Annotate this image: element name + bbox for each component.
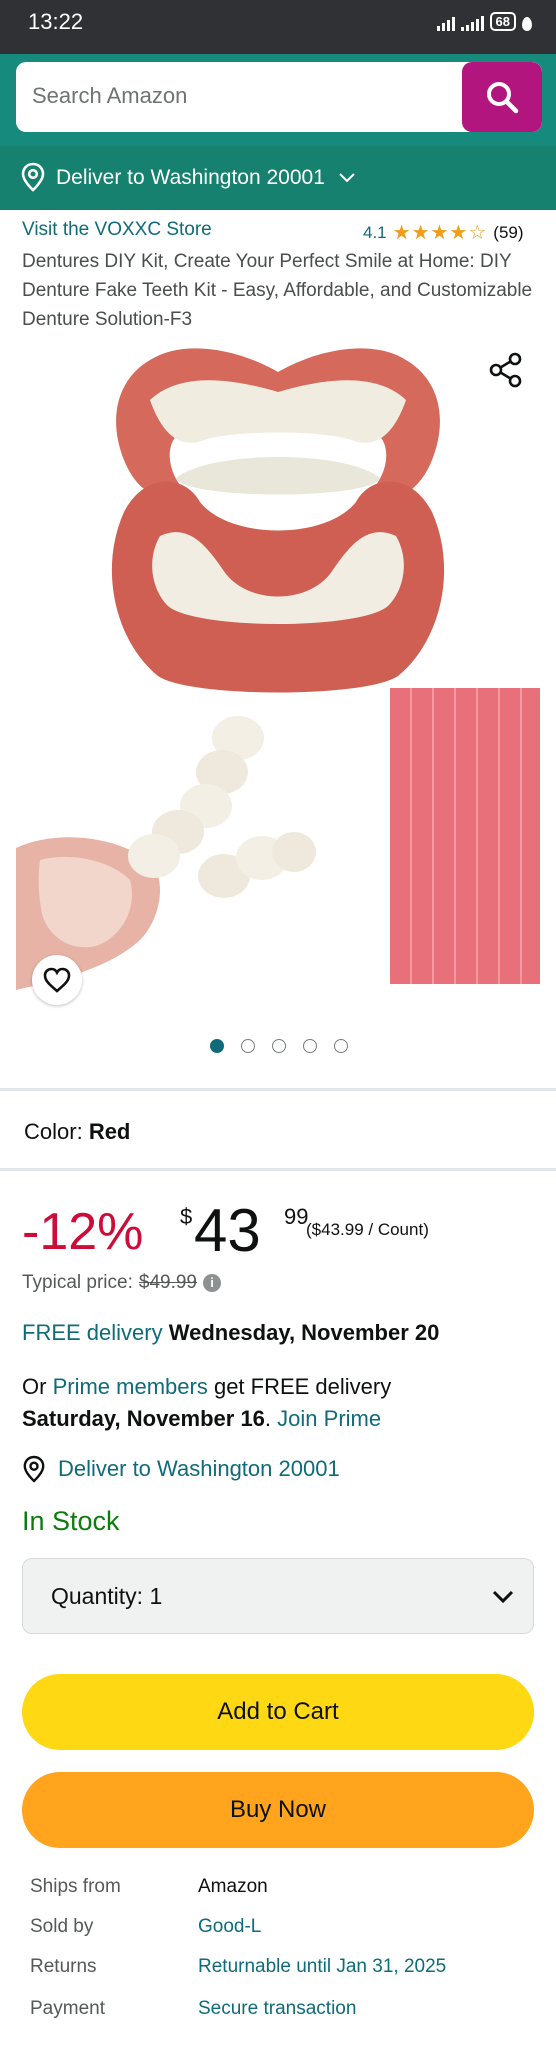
- quantity-select[interactable]: Quantity: 1: [22, 1558, 534, 1634]
- info-key: Payment: [30, 1998, 105, 2019]
- unit-price: ($43.99 / Count): [306, 1220, 429, 1239]
- chevron-down-icon: [492, 1590, 514, 1604]
- image-carousel-dots[interactable]: [210, 1039, 348, 1053]
- prime-prefix: Or: [22, 1374, 47, 1399]
- add-to-cart-button[interactable]: Add to Cart: [22, 1674, 534, 1750]
- info-row-returns: Returns Returnable until Jan 31, 2025: [30, 1956, 540, 1986]
- carousel-dot-active[interactable]: [210, 1039, 224, 1053]
- prime-delivery: Or Prime members get FREE delivery Satur…: [22, 1371, 542, 1435]
- info-key: Returns: [30, 1956, 97, 1977]
- discount-percent: -12%: [22, 1203, 144, 1261]
- location-pin-icon: [21, 162, 45, 192]
- rating-stars: ★★★★☆: [392, 222, 488, 244]
- deliver-to-text: Deliver to Washington 20001: [58, 1456, 340, 1481]
- battery-icon: 68: [489, 12, 516, 31]
- signal-icon: [436, 15, 455, 31]
- deliver-to-bar[interactable]: Deliver to Washington 20001: [0, 146, 556, 210]
- stock-status: In Stock: [22, 1506, 120, 1536]
- divider: [0, 1088, 556, 1091]
- deliver-to-link[interactable]: Deliver to Washington 20001: [22, 1455, 340, 1483]
- search-button[interactable]: [462, 62, 542, 132]
- chevron-down-icon: [339, 173, 355, 183]
- color-value: Red: [88, 1119, 131, 1144]
- quantity-label: Quantity: 1: [51, 1583, 163, 1609]
- deliver-to-label: Deliver to Washington 20001: [56, 166, 325, 189]
- info-row-sold-by: Sold by Good-L: [30, 1916, 540, 1946]
- info-key: Ships from: [30, 1876, 121, 1897]
- free-delivery: FREE delivery Wednesday, November 20: [22, 1320, 439, 1346]
- color-selector[interactable]: Color: Red: [24, 1119, 130, 1145]
- typical-price-label: Typical price:: [22, 1272, 133, 1293]
- carousel-dot[interactable]: [334, 1039, 348, 1053]
- price-symbol: $: [180, 1204, 193, 1229]
- quantity-value: 1: [149, 1583, 163, 1609]
- info-icon[interactable]: i: [203, 1274, 221, 1292]
- info-row-ships-from: Ships from Amazon: [30, 1876, 540, 1906]
- status-icons: 68: [436, 12, 532, 31]
- prime-members-link[interactable]: Prime members: [53, 1374, 208, 1399]
- prime-mid-text: get FREE delivery: [213, 1374, 392, 1399]
- search-placeholder: Search Amazon: [32, 83, 188, 108]
- seller-link[interactable]: Good-L: [198, 1916, 261, 1938]
- drop-icon: [522, 17, 532, 31]
- search-input[interactable]: Search Amazon: [16, 62, 542, 132]
- price-block: -12% $ 43 99 ($43.99 / Count): [22, 1190, 542, 1264]
- free-delivery-link[interactable]: FREE delivery: [22, 1320, 163, 1345]
- join-prime-link[interactable]: Join Prime: [277, 1406, 381, 1431]
- carousel-dot[interactable]: [272, 1039, 286, 1053]
- denture-illustration: [111, 348, 445, 693]
- typical-price-value: $49.99: [138, 1272, 197, 1293]
- rating[interactable]: 4.1 ★★★★☆ (59): [363, 220, 524, 245]
- info-value: Amazon: [198, 1876, 268, 1897]
- product-title: Dentures DIY Kit, Create Your Perfect Sm…: [22, 251, 533, 330]
- prime-date-period: .: [264, 1406, 272, 1431]
- wax-sticks-illustration: [390, 688, 540, 984]
- header: Search Amazon: [0, 54, 556, 146]
- signal-icon: [460, 15, 484, 31]
- store-link[interactable]: Visit the VOXXC Store: [22, 219, 212, 241]
- share-icon[interactable]: [488, 352, 524, 388]
- status-bar: 13:22 68: [0, 0, 556, 54]
- divider: [0, 1168, 556, 1171]
- price-whole: 43: [194, 1197, 261, 1264]
- product-image[interactable]: [0, 335, 556, 1015]
- rating-value: 4.1: [363, 222, 387, 242]
- price-fraction: 99: [284, 1204, 309, 1229]
- status-time: 13:22: [28, 9, 84, 34]
- prime-delivery-date: Saturday, November 16: [22, 1406, 265, 1431]
- free-delivery-date: Wednesday, November 20: [168, 1320, 440, 1345]
- rating-count: (59): [493, 222, 524, 242]
- heart-icon: [43, 967, 71, 993]
- carousel-dot[interactable]: [303, 1039, 317, 1053]
- color-label: Color:: [24, 1119, 83, 1144]
- typical-price: Typical price: $49.99 i: [22, 1272, 221, 1294]
- search-icon: [487, 82, 519, 114]
- returns-link[interactable]: Returnable until Jan 31, 2025: [198, 1956, 446, 1978]
- info-row-payment: Payment Secure transaction: [30, 1998, 540, 2028]
- buy-now-button[interactable]: Buy Now: [22, 1772, 534, 1848]
- wishlist-button[interactable]: [32, 955, 82, 1005]
- location-pin-icon: [23, 1455, 45, 1483]
- carousel-dot[interactable]: [241, 1039, 255, 1053]
- info-key: Sold by: [30, 1916, 94, 1937]
- payment-link[interactable]: Secure transaction: [198, 1998, 356, 2020]
